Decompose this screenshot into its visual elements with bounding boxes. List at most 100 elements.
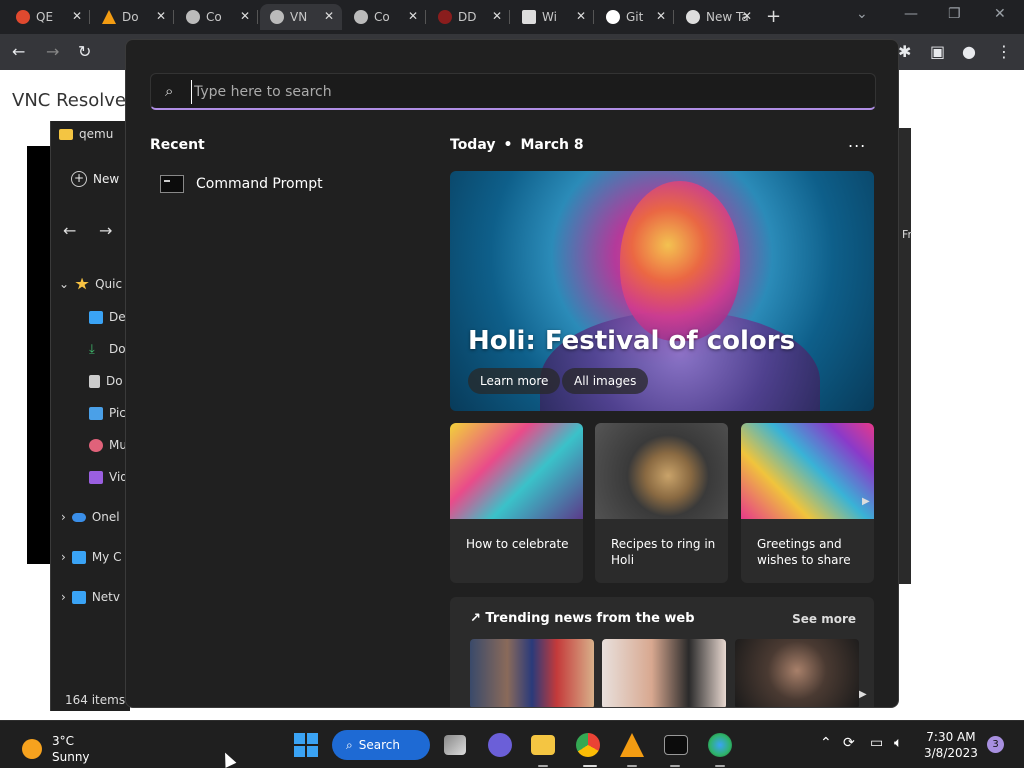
browser-tab[interactable]: Git ✕ (596, 4, 674, 30)
system-clock[interactable]: 7:30 AM 3/8/2023 (924, 729, 978, 761)
close-icon[interactable]: ✕ (656, 9, 666, 23)
sidebar-item-pictures[interactable]: Pic (89, 406, 126, 420)
star-icon (75, 277, 89, 290)
file-explorer-icon[interactable] (531, 735, 555, 755)
chevron-right-icon: › (61, 550, 66, 564)
more-options-button[interactable]: ... (848, 132, 866, 151)
new-tab-button[interactable]: + (766, 6, 781, 27)
close-icon[interactable]: ✕ (408, 9, 418, 23)
page-title: VNC Resolve (12, 90, 126, 111)
tab-favicon-icon (270, 10, 284, 24)
chevron-right-icon: › (61, 510, 66, 524)
video-icon (89, 470, 103, 484)
close-icon[interactable]: ✕ (240, 9, 250, 23)
browser-tab-strip: QE ✕ Do ✕ Co ✕ VN ✕ Co ✕ DD ✕ Wi ✕ Git ✕ New Ta ✕… (0, 0, 1024, 34)
chevron-right-icon[interactable]: ▶ (859, 689, 867, 700)
side-panel-icon[interactable]: ▣ (930, 42, 945, 61)
tab-favicon-icon (522, 10, 536, 24)
profile-icon[interactable]: ● (962, 42, 976, 61)
news-thumbnail[interactable] (602, 639, 726, 707)
terminal-icon[interactable] (664, 735, 688, 755)
cloud-icon (71, 512, 86, 522)
restore-button[interactable]: ❐ (948, 6, 961, 22)
new-button[interactable]: + New (71, 171, 119, 187)
tab-favicon-icon (354, 10, 368, 24)
taskbar-search-button[interactable]: ⌕ Search (332, 730, 430, 760)
volume-icon[interactable]: 🔈︎ (894, 735, 902, 751)
see-more-link[interactable]: See more (792, 612, 856, 626)
minimize-button[interactable]: — (904, 6, 918, 22)
music-icon (89, 438, 103, 452)
weather-widget[interactable]: 3°C Sunny (22, 733, 90, 765)
item-count: 164 items (65, 693, 126, 707)
chrome-icon[interactable] (576, 733, 600, 757)
sidebar-item-music[interactable]: Mu (89, 438, 127, 452)
browser-tab[interactable]: Wi ✕ (512, 4, 594, 30)
notification-badge[interactable]: 3 (987, 736, 1004, 753)
tab-favicon-icon (186, 10, 200, 24)
back-icon[interactable]: ← (63, 221, 76, 240)
back-icon[interactable]: ← (12, 42, 25, 61)
sidebar-item-my-computer[interactable]: › My C (61, 550, 121, 564)
close-window-button[interactable]: ✕ (994, 6, 1006, 22)
start-search-box[interactable]: ⌕ (150, 73, 876, 110)
display-icon[interactable]: ▭ (870, 735, 883, 751)
sidebar-item-documents[interactable]: Do (89, 374, 123, 388)
trending-heading: ↗ Trending news from the web (470, 611, 695, 626)
vnc-black-area (27, 146, 51, 564)
browser-tab[interactable]: DD ✕ (428, 4, 510, 30)
hero-card[interactable]: Holi: Festival of colors Learn more All … (450, 171, 874, 411)
browser-tab-active[interactable]: VN ✕ (260, 4, 342, 30)
forward-icon[interactable]: → (99, 221, 112, 240)
close-icon[interactable]: ✕ (72, 9, 82, 23)
card-greetings[interactable]: Greetings and wishes to share (741, 423, 874, 583)
explorer-title: qemu (59, 127, 113, 141)
network-app-icon[interactable] (708, 733, 732, 757)
search-input[interactable] (191, 80, 851, 104)
chevron-right-icon[interactable]: ▶ (862, 496, 870, 507)
tab-search-icon[interactable]: ⌄ (856, 6, 868, 22)
sync-icon[interactable]: ⟳ (843, 735, 855, 751)
forward-icon[interactable]: → (46, 42, 59, 61)
close-icon[interactable]: ✕ (324, 9, 334, 23)
chevron-up-icon[interactable]: ⌃ (820, 735, 832, 751)
sidebar-item-network[interactable]: › Netv (61, 590, 120, 604)
close-icon[interactable]: ✕ (576, 9, 586, 23)
close-icon[interactable]: ✕ (492, 9, 502, 23)
background-window-edge: Fr (897, 128, 913, 584)
window-edge-label: Fr (902, 228, 913, 241)
browser-tab[interactable]: Do ✕ (92, 4, 174, 30)
vlc-icon[interactable] (620, 733, 644, 757)
windows-start-icon[interactable] (294, 733, 318, 757)
start-menu: ⌕ Recent Command Prompt Today • March 8 … (125, 39, 899, 708)
task-view-icon[interactable] (444, 735, 466, 755)
chrome-icon (686, 10, 700, 24)
tab-favicon-icon (16, 10, 30, 24)
browser-tab[interactable]: QE ✕ (6, 4, 90, 30)
close-icon[interactable]: ✕ (156, 9, 166, 23)
close-icon[interactable]: ✕ (742, 9, 752, 23)
document-icon (89, 374, 100, 388)
news-thumbnail[interactable] (470, 639, 594, 707)
card-how-to-celebrate[interactable]: How to celebrate (450, 423, 583, 583)
tab-favicon-icon (102, 10, 116, 24)
all-images-button[interactable]: All images (562, 368, 649, 394)
browser-tab[interactable]: Co ✕ (176, 4, 258, 30)
news-thumbnail[interactable] (735, 639, 859, 707)
reload-icon[interactable]: ↻ (78, 42, 91, 61)
download-icon: ⤓ (89, 341, 95, 357)
extensions-icon[interactable]: ✱ (898, 42, 911, 61)
browser-tab[interactable]: New Ta ✕ (676, 4, 760, 30)
sidebar-item-downloads[interactable]: ⤓ Do (89, 342, 126, 356)
recent-item-command-prompt[interactable]: Command Prompt (160, 175, 323, 193)
folder-icon (59, 128, 73, 140)
sidebar-item-videos[interactable]: Vid (89, 470, 128, 484)
card-recipes[interactable]: Recipes to ring in Holi (595, 423, 728, 583)
teams-chat-icon[interactable] (488, 733, 512, 757)
browser-tab[interactable]: Co ✕ (344, 4, 426, 30)
menu-icon[interactable]: ⋮ (996, 42, 1012, 61)
learn-more-button[interactable]: Learn more (468, 368, 561, 394)
recent-heading: Recent (150, 137, 205, 153)
sidebar-item-onedrive[interactable]: › Onel (61, 510, 120, 524)
sidebar-item-quick-access[interactable]: ⌄ Quic (59, 277, 122, 291)
